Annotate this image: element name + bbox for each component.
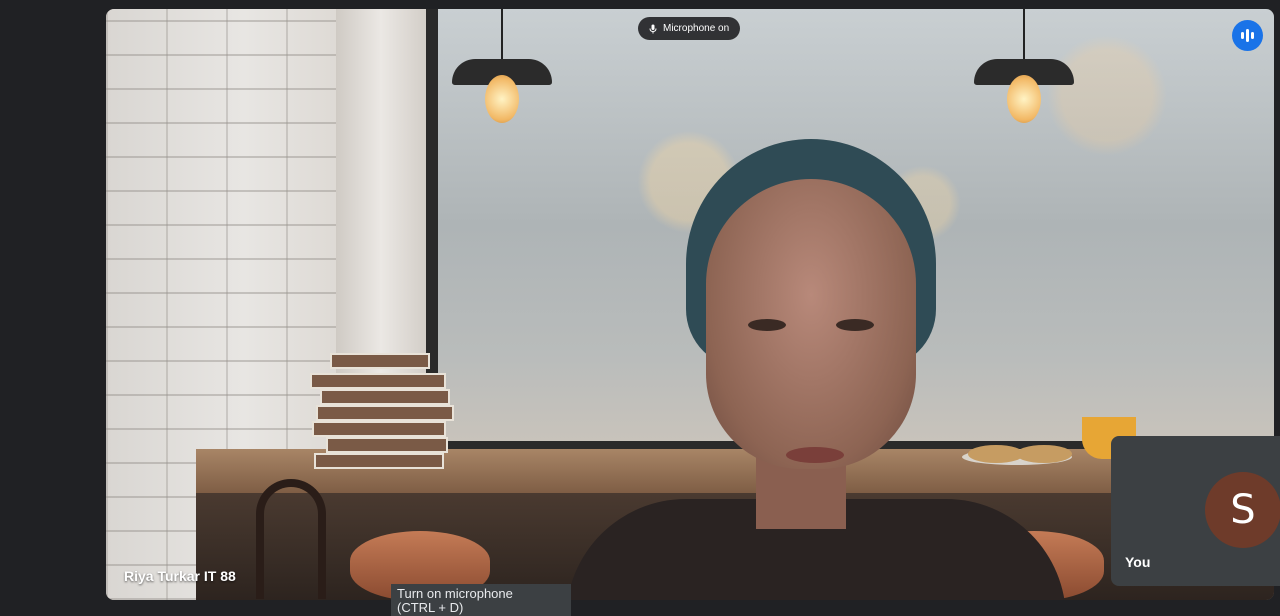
participant-name: Riya Turkar IT 88 — [124, 568, 236, 584]
microphone-status-label: Microphone on — [663, 23, 730, 34]
microphone-tooltip: Turn on microphone (CTRL + D) — [391, 584, 571, 616]
cookie — [1016, 445, 1072, 463]
participant-video — [566, 139, 1066, 600]
tooltip-text: Turn on microphone — [397, 586, 513, 601]
microphone-icon — [649, 24, 657, 33]
self-view-label: You — [1125, 554, 1151, 570]
tooltip-shortcut: (CTRL + D) — [397, 600, 464, 615]
audio-level-icon — [1232, 20, 1263, 51]
microphone-status-pill: Microphone on — [638, 17, 741, 40]
avatar: S — [1205, 472, 1280, 548]
umbrella — [256, 479, 326, 599]
participant-video-tile[interactable] — [106, 9, 1274, 600]
